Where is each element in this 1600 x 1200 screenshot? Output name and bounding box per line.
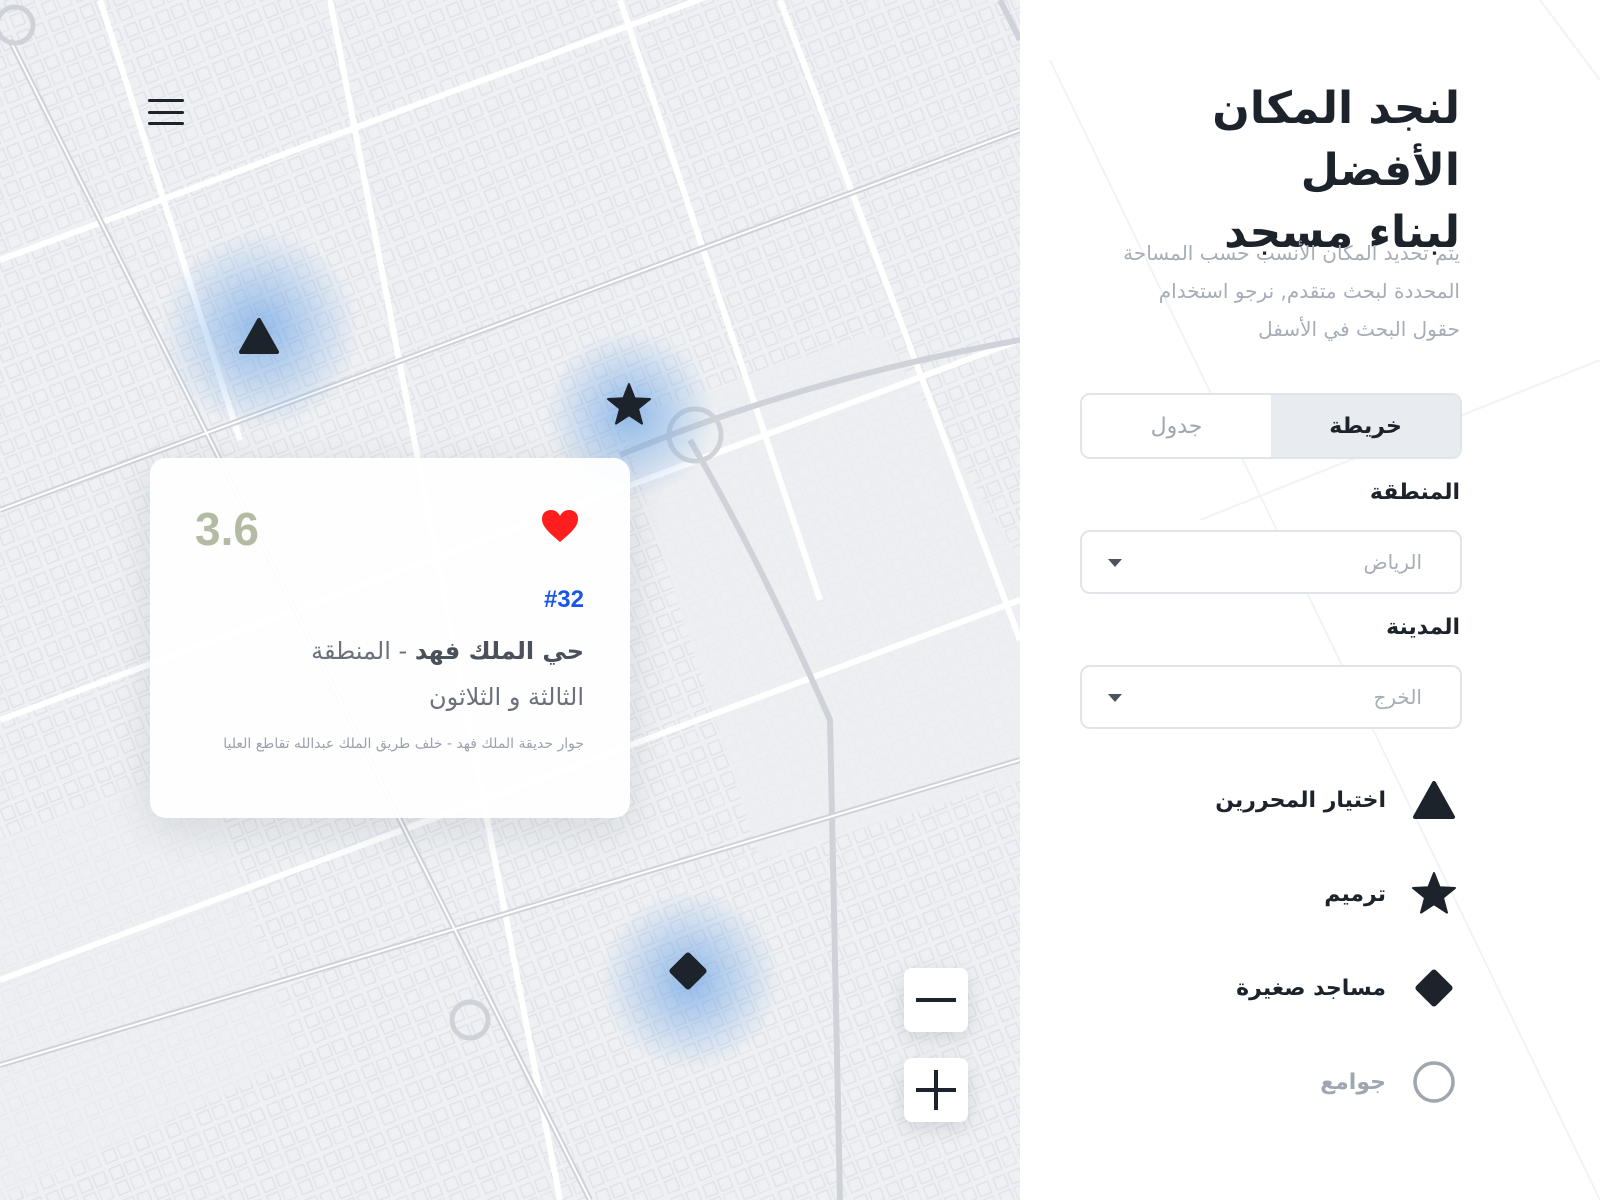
location-address: جوار حديقة الملك فهد - خلف طريق الملك عب…: [223, 736, 584, 752]
diamond-icon: [1408, 962, 1460, 1014]
legend-item-editors-choice[interactable]: اختيار المحررين: [1100, 772, 1460, 828]
menu-bar: [148, 110, 184, 114]
city-select-value: الخرج: [1373, 685, 1422, 709]
zoom-in-button[interactable]: [904, 1058, 968, 1122]
region-select-value: الرياض: [1363, 550, 1422, 574]
legend-label: مساجد صغيرة: [1236, 975, 1386, 1001]
legend-label: اختيار المحررين: [1215, 787, 1386, 813]
triangle-marker-icon[interactable]: [235, 312, 283, 360]
description-line2: المحددة لبحث متقدم, نرجو استخدام: [1158, 279, 1460, 303]
minus-icon: [916, 998, 956, 1002]
chevron-down-icon: [1108, 559, 1122, 567]
description-line3: حقول البحث في الأسفل: [1258, 317, 1460, 341]
page-title-line1: لنجد المكان الأفضل: [1212, 83, 1460, 196]
circle-outline-icon: [1408, 1056, 1460, 1108]
region-label: المنطقة: [1369, 480, 1460, 505]
view-toggle: خريطة جدول: [1080, 393, 1462, 459]
legend-item-restoration[interactable]: ترميم: [1100, 866, 1460, 922]
page-description: يتم تحديد المكان الأنسب حسب المساحة المح…: [1080, 234, 1460, 348]
location-title-line2: الثالثة و الثلاثون: [428, 683, 584, 711]
triangle-icon: [1408, 774, 1460, 826]
city-select[interactable]: الخرج: [1080, 665, 1462, 729]
legend-item-small-mosques[interactable]: مساجد صغيرة: [1100, 960, 1460, 1016]
location-title: حي الملك فهد - المنطقة الثالثة و الثلاثو…: [184, 628, 584, 720]
search-panel: لنجد المكان الأفضل لبناء مسجد يتم تحديد …: [1020, 0, 1600, 1200]
legend-item-grand-mosques[interactable]: جوامع: [1100, 1054, 1460, 1110]
description-line1: يتم تحديد المكان الأنسب حسب المساحة: [1123, 241, 1460, 265]
map-view[interactable]: 3.6 #32 حي الملك فهد - المنطقة الثالثة و…: [0, 0, 1020, 1200]
diamond-marker-icon[interactable]: [664, 947, 712, 995]
legend-label: جوامع: [1320, 1069, 1386, 1095]
chevron-down-icon: [1108, 694, 1122, 702]
star-icon: [1408, 868, 1460, 920]
location-number: #32: [543, 586, 584, 613]
menu-bar: [148, 122, 184, 125]
tab-table[interactable]: جدول: [1082, 395, 1271, 457]
plus-icon: [916, 1070, 956, 1110]
tab-map[interactable]: خريطة: [1271, 395, 1460, 457]
region-select[interactable]: الرياض: [1080, 530, 1462, 594]
location-title-rest: - المنطقة: [311, 637, 408, 665]
legend-label: ترميم: [1324, 881, 1386, 907]
rating-value: 3.6: [195, 503, 259, 555]
app-root: 3.6 #32 حي الملك فهد - المنطقة الثالثة و…: [0, 0, 1600, 1200]
zoom-out-button[interactable]: [904, 968, 968, 1032]
star-marker-icon[interactable]: [605, 381, 653, 429]
location-title-bold: حي الملك فهد: [414, 637, 584, 665]
heart-icon[interactable]: [540, 508, 580, 546]
menu-bar: [148, 99, 184, 102]
location-info-card[interactable]: 3.6 #32 حي الملك فهد - المنطقة الثالثة و…: [150, 458, 630, 818]
city-label: المدينة: [1386, 615, 1460, 640]
hamburger-menu-icon[interactable]: [144, 94, 188, 130]
